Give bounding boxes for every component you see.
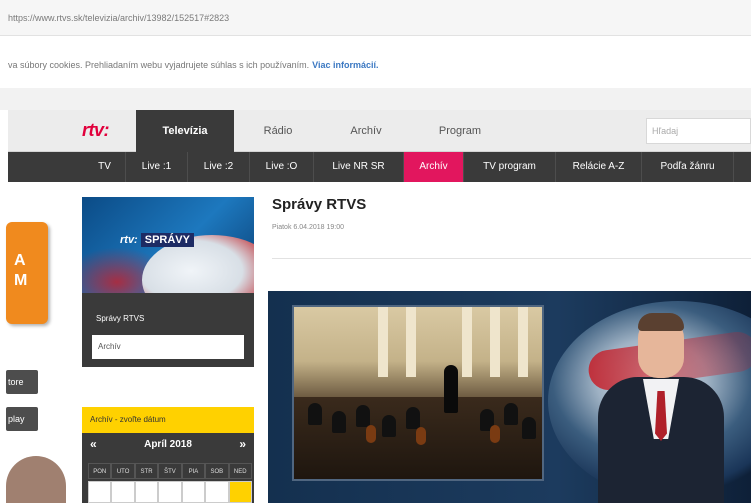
hall-column: [378, 307, 388, 377]
musician-figure: [308, 403, 322, 425]
calendar-day-cell[interactable]: [205, 481, 229, 503]
article-date: Piatok 6.04.2018 19:00: [272, 224, 345, 231]
weekday-ned: NED: [228, 463, 252, 479]
calendar-day-cell[interactable]: [158, 481, 182, 503]
promo-letter-a: A: [14, 252, 26, 269]
hall-column: [518, 307, 528, 377]
news-anchor-hair: [638, 313, 684, 331]
spravy-logo-name: SPRÁVY: [140, 233, 194, 247]
subnav-live-1[interactable]: Live :1: [126, 152, 188, 182]
calendar-day-cell[interactable]: [181, 481, 206, 503]
concert-hall-wall: [294, 307, 542, 397]
hall-column: [406, 307, 416, 377]
subnav-tv[interactable]: TV: [84, 152, 126, 182]
article-title: Správy RTVS: [272, 196, 367, 213]
calendar-day-cell[interactable]: [88, 481, 112, 503]
musician-figure: [356, 405, 370, 427]
tab-archiv[interactable]: Archív: [322, 110, 410, 152]
sub-navigation: TV Live :1 Live :2 Live :O Live NR SR Ar…: [8, 152, 751, 182]
tab-program[interactable]: Program: [410, 110, 510, 152]
browser-address-bar[interactable]: https://www.rtvs.sk/televizia/archiv/139…: [0, 0, 751, 36]
studio-screen-concert: [292, 305, 544, 481]
subnav-relacie-a-z[interactable]: Relácie A-Z: [556, 152, 642, 182]
cookie-more-info-link[interactable]: Viac informácií.: [312, 60, 378, 70]
weekday-sob: SOB: [205, 463, 229, 479]
weekday-str: STR: [134, 463, 159, 479]
store-button[interactable]: tore: [6, 370, 38, 394]
archive-date-heading: Archív - zvoľte dátum: [82, 407, 254, 433]
url-text[interactable]: https://www.rtvs.sk/televizia/archiv/139…: [8, 13, 229, 23]
weekday-pon: PON: [88, 463, 112, 479]
weekday-pia: PIA: [181, 463, 206, 479]
spravy-logo-rtv: rtv:: [120, 234, 138, 246]
search-input[interactable]: Hľadaj: [646, 118, 751, 144]
calendar-next-icon[interactable]: »: [239, 437, 246, 451]
divider: [272, 258, 751, 259]
cello-figure: [490, 425, 500, 443]
calendar-weekdays: PON UTO STR ŠTV PIA SOB NED: [88, 463, 252, 479]
archive-calendar: « Apríl 2018 » PON UTO STR ŠTV PIA SOB N…: [82, 433, 254, 503]
spravy-logo: rtv: SPRÁVY: [120, 233, 194, 252]
subnav-live-o[interactable]: Live :O: [250, 152, 314, 182]
cookie-notice: va súbory cookies. Prehliadaním webu vyj…: [0, 36, 751, 88]
subnav-podla-zanru[interactable]: Podľa žánru: [642, 152, 734, 182]
cookie-message: va súbory cookies. Prehliadaním webu vyj…: [8, 60, 310, 70]
show-title: Správy RTVS: [96, 314, 145, 323]
hall-column: [490, 307, 500, 377]
weekday-uto: UTO: [111, 463, 135, 479]
calendar-day-cell-selected[interactable]: [228, 481, 252, 503]
cookie-text: va súbory cookies. Prehliadaním webu vyj…: [8, 60, 379, 70]
conductor-figure: [444, 365, 458, 413]
tab-radio[interactable]: Rádio: [234, 110, 322, 152]
show-section-select[interactable]: Archív: [92, 335, 244, 359]
weekday-stv: ŠTV: [158, 463, 182, 479]
calendar-day-cell[interactable]: [134, 481, 159, 503]
musician-figure: [406, 407, 420, 429]
musician-figure: [504, 403, 518, 425]
musician-figure: [382, 415, 396, 437]
show-card: rtv: SPRÁVY Správy RTVS Archív: [82, 197, 254, 367]
top-navigation: rtv: Televízia Rádio Archív Program Hľad…: [8, 110, 751, 152]
hall-column: [462, 307, 472, 377]
promo-letter-m: M: [14, 272, 28, 289]
video-player[interactable]: [268, 291, 751, 503]
calendar-month: Apríl 2018: [144, 439, 192, 450]
calendar-day-cell[interactable]: [111, 481, 135, 503]
cello-figure: [366, 425, 376, 443]
calendar-week-row: [88, 481, 252, 503]
subnav-tv-program[interactable]: TV program: [464, 152, 556, 182]
rtvs-logo[interactable]: rtv:: [82, 120, 110, 141]
subnav-live-2[interactable]: Live :2: [188, 152, 250, 182]
page-gutter: [0, 88, 751, 110]
tab-televizia[interactable]: Televízia: [136, 110, 234, 152]
subnav-live-nr-sr[interactable]: Live NR SR: [314, 152, 404, 182]
musician-figure: [332, 411, 346, 433]
play-button[interactable]: play: [6, 407, 38, 431]
show-thumbnail[interactable]: rtv: SPRÁVY: [82, 197, 254, 293]
promo-tile[interactable]: A M: [6, 222, 48, 324]
subnav-archiv[interactable]: Archív: [404, 152, 464, 182]
musician-figure: [522, 417, 536, 439]
cello-figure: [416, 427, 426, 445]
